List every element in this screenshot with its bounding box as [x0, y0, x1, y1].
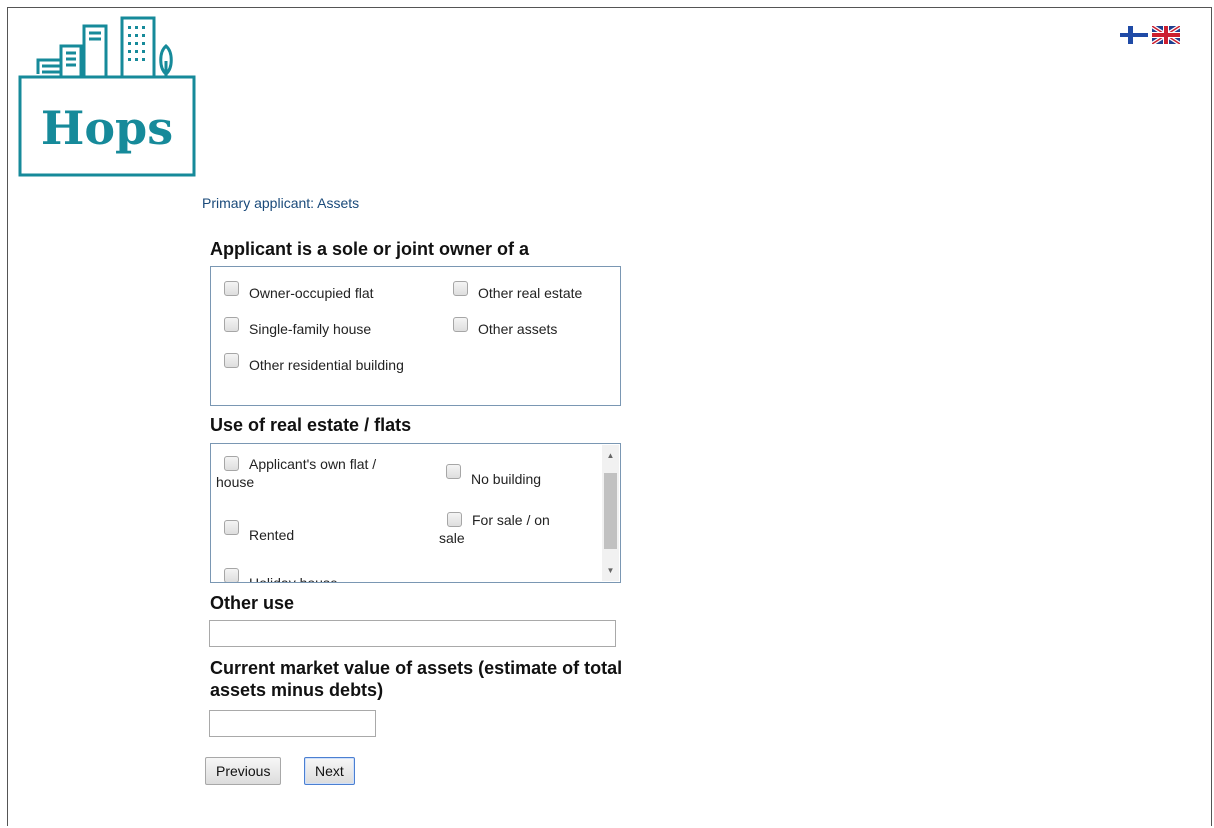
checkbox-holiday-house[interactable]: Holiday house [224, 568, 338, 582]
checkbox-owner-occupied-flat[interactable]: Owner-occupied flat [224, 281, 374, 302]
checkbox-label: Other real estate [478, 285, 583, 301]
checkbox-label: No building [471, 471, 542, 487]
breadcrumb: Primary applicant: Assets [202, 195, 360, 211]
other-use-label: Other use [210, 593, 295, 613]
checkbox-label: Rented [249, 527, 295, 543]
next-button[interactable]: Next [304, 757, 355, 785]
logo-text: Hops [41, 101, 173, 155]
market-value-input[interactable] [209, 710, 376, 737]
checkbox-box[interactable] [447, 512, 462, 527]
checkbox-box[interactable] [224, 456, 239, 471]
checkbox-other-assets[interactable]: Other assets [453, 317, 557, 338]
checkbox-other-real-estate[interactable]: Other real estate [453, 281, 582, 302]
checkbox-box[interactable] [224, 281, 239, 296]
checkbox-for-sale[interactable]: For sale / on sale [439, 511, 574, 547]
hops-logo[interactable]: Hops [18, 16, 198, 178]
checkbox-box[interactable] [224, 520, 239, 535]
checkbox-single-family-house[interactable]: Single-family house [224, 317, 371, 338]
use-scroll-area[interactable]: Applicant's own flat / house No building… [211, 444, 602, 582]
use-checkbox-group: Applicant's own flat / house No building… [210, 443, 621, 583]
ownership-checkbox-group: Owner-occupied flat Other real estate Si… [210, 266, 621, 406]
checkbox-label: Applicant's own flat / house [216, 456, 377, 490]
checkbox-box[interactable] [446, 464, 461, 479]
checkbox-rented[interactable]: Rented [224, 520, 294, 544]
checkbox-label: Single-family house [249, 321, 372, 337]
scroll-up-icon[interactable]: ▲ [602, 447, 619, 464]
checkbox-label: Other residential building [249, 357, 404, 373]
ownership-heading: Applicant is a sole or joint owner of a [210, 239, 530, 259]
flag-uk-icon[interactable] [1152, 26, 1180, 44]
market-value-label: Current market value of assets (estimate… [210, 658, 623, 700]
language-selector [1120, 26, 1180, 44]
checkbox-label: Owner-occupied flat [249, 285, 374, 301]
checkbox-no-building[interactable]: No building [446, 464, 541, 488]
checkbox-box[interactable] [224, 317, 239, 332]
previous-button[interactable]: Previous [205, 757, 282, 785]
use-scrollbar[interactable]: ▲ ▼ [602, 445, 619, 581]
checkbox-other-residential-building[interactable]: Other residential building [224, 353, 404, 374]
checkbox-label: Holiday house [249, 568, 338, 582]
checkbox-box[interactable] [453, 317, 468, 332]
use-heading: Use of real estate / flats [210, 415, 412, 435]
checkbox-box[interactable] [453, 281, 468, 296]
checkbox-box[interactable] [224, 353, 239, 368]
flag-finland-icon[interactable] [1120, 26, 1148, 44]
hops-logo-graphic: Hops [18, 16, 196, 177]
scroll-down-icon[interactable]: ▼ [602, 562, 619, 579]
other-use-input[interactable] [209, 620, 616, 647]
checkbox-label: Other assets [478, 321, 558, 337]
checkbox-box[interactable] [224, 568, 239, 582]
scrollbar-thumb[interactable] [604, 473, 617, 549]
checkbox-own-flat-house[interactable]: Applicant's own flat / house [216, 455, 416, 491]
